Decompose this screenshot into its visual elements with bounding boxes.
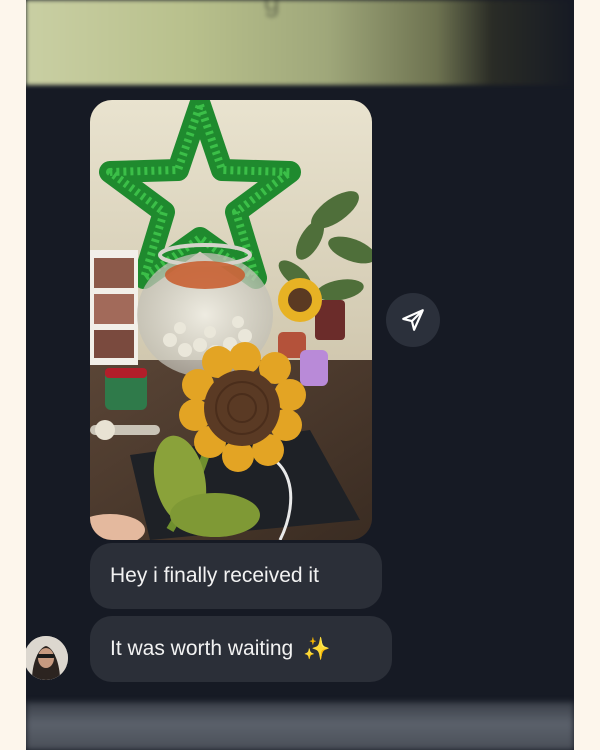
shared-photo[interactable] — [90, 100, 372, 540]
message-text: It was worth waiting — [110, 637, 294, 660]
message-bubble[interactable]: Hey i finally received it — [90, 543, 382, 609]
message-text: Hey i finally received it — [110, 564, 319, 587]
profile-picture — [26, 636, 68, 680]
blurred-text-fragment: g — [264, 0, 280, 17]
avatar[interactable] — [26, 636, 68, 680]
message-bubble[interactable]: It was worth waiting ✨ — [90, 616, 392, 682]
paper-plane-icon — [402, 309, 424, 331]
sparkles-icon: ✨ — [303, 636, 331, 661]
next-message-blurred — [26, 702, 574, 750]
previous-message-blurred: g — [26, 0, 574, 85]
chat-screen: g Hey i finally received it It was worth… — [26, 0, 574, 750]
share-button[interactable] — [386, 293, 440, 347]
sunflower-photo-illustration — [90, 100, 372, 540]
